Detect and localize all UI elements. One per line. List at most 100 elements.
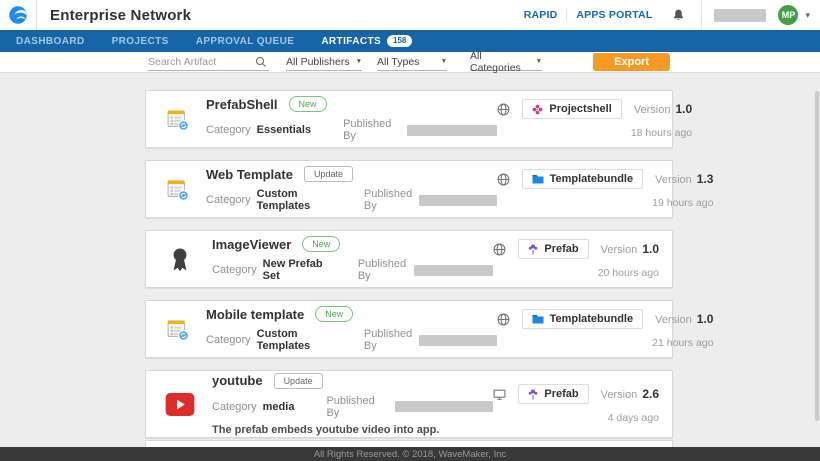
version-label: Version <box>601 244 638 256</box>
type-label: Templatebundle <box>550 173 634 185</box>
version-value: 1.3 <box>697 172 714 186</box>
search-input[interactable] <box>148 56 253 68</box>
publishers-dropdown-value: All Publishers <box>286 56 350 68</box>
artifact-card[interactable]: ImageViewer New Category New Prefab Set … <box>145 230 673 288</box>
artifact-right-row: Projectshell Version 1.0 <box>497 99 692 119</box>
artifact-title-row: ImageViewer New <box>212 236 493 252</box>
publisher-name-redacted <box>395 401 493 412</box>
artifact-right-row: Prefab Version 2.6 <box>493 384 659 404</box>
category-value: New Prefab Set <box>263 258 326 282</box>
artifact-main: youtube Update Category media Published … <box>212 373 493 436</box>
artifact-name: ImageViewer <box>212 237 291 252</box>
globe-icon <box>497 103 510 116</box>
category-value: Custom Templates <box>257 328 332 352</box>
artifact-right: Projectshell Version 1.0 18 hours ago <box>497 99 692 139</box>
version: Version 1.3 <box>655 172 713 186</box>
artifact-card[interactable]: Web Template Update Category Custom Temp… <box>145 160 673 218</box>
artifact-right: Templatebundle Version 1.3 19 hours ago <box>497 169 714 209</box>
category-label: Category <box>212 264 257 276</box>
status-badge: New <box>315 306 353 322</box>
header-actions: RAPID APPS PORTAL MP ▾ <box>524 0 820 30</box>
artifact-right: Templatebundle Version 1.0 21 hours ago <box>497 309 714 349</box>
published-by-label: Published By <box>326 395 389 419</box>
category-value: Custom Templates <box>257 188 332 212</box>
apps-portal-link[interactable]: APPS PORTAL <box>576 9 652 21</box>
artifact-meta-row: Category media Published By <box>212 395 493 419</box>
artifact-description: The prefab embeds youtube video into app… <box>212 424 493 436</box>
tab-approval-queue[interactable]: APPROVAL QUEUE <box>196 36 295 47</box>
category-label: Category <box>206 334 251 346</box>
artifact-right: Prefab Version 2.6 4 days ago <box>493 384 659 424</box>
prefab-icon <box>528 243 538 255</box>
version-value: 2.6 <box>642 387 659 401</box>
search-field <box>148 54 269 71</box>
artifact-main: Mobile template New Category Custom Temp… <box>206 306 497 352</box>
type-badge: Templatebundle <box>522 309 644 329</box>
rapid-link[interactable]: RAPID <box>524 9 558 21</box>
type-badge: Templatebundle <box>522 169 644 189</box>
publisher-name-redacted <box>419 195 496 206</box>
types-dropdown[interactable]: All Types ▼ <box>377 54 447 71</box>
artifact-count-badge: 158 <box>387 35 412 47</box>
version-value: 1.0 <box>675 102 692 116</box>
publishers-dropdown[interactable]: All Publishers ▼ <box>286 54 362 71</box>
published-time: 18 hours ago <box>631 127 692 139</box>
artifact-main: Web Template Update Category Custom Temp… <box>206 166 497 212</box>
template-bundle-icon <box>164 106 190 132</box>
category-value: Essentials <box>257 124 311 136</box>
scrollbar[interactable] <box>815 91 819 421</box>
version-label: Version <box>655 174 692 186</box>
dropdown-caret-icon: ▼ <box>441 58 447 65</box>
artifact-card[interactable]: Mobile template New Category Custom Temp… <box>145 300 673 358</box>
app-header: Enterprise Network RAPID APPS PORTAL MP … <box>0 0 820 30</box>
chevron-down-icon[interactable]: ▾ <box>805 10 810 21</box>
artifact-right-row: Prefab Version 1.0 <box>493 239 659 259</box>
artifact-main: ImageViewer New Category New Prefab Set … <box>212 236 493 282</box>
status-badge: New <box>289 96 327 112</box>
user-name-redacted <box>714 9 766 22</box>
publisher-name-redacted <box>419 335 496 346</box>
artifact-meta-row: Category Custom Templates Published By <box>206 328 497 352</box>
categories-dropdown[interactable]: All Categories ▼ <box>470 54 542 71</box>
artifact-meta-row: Category Essentials Published By <box>206 118 497 142</box>
tab-label: APPROVAL QUEUE <box>196 36 295 47</box>
tab-artifacts[interactable]: ARTIFACTS158 <box>321 35 412 47</box>
notifications-bell-icon[interactable] <box>672 8 685 22</box>
youtube-icon <box>164 393 196 416</box>
tab-label: PROJECTS <box>112 36 169 47</box>
published-time: 19 hours ago <box>652 197 713 209</box>
artifact-list: PrefabShell New Category Essentials Publ… <box>145 90 673 447</box>
globe-icon <box>493 243 506 256</box>
published-by-label: Published By <box>364 188 414 212</box>
types-dropdown-value: All Types <box>377 56 419 68</box>
templatebundle-icon <box>532 314 544 324</box>
version-value: 1.0 <box>642 242 659 256</box>
page-title: Enterprise Network <box>50 7 191 24</box>
search-icon[interactable] <box>253 56 269 68</box>
monitor-icon <box>493 388 506 401</box>
artifact-list-area: PrefabShell New Category Essentials Publ… <box>0 73 820 447</box>
published-time: 20 hours ago <box>598 267 659 279</box>
version: Version 2.6 <box>601 387 659 401</box>
published-by-label: Published By <box>358 258 409 282</box>
wavemaker-logo-icon[interactable] <box>0 5 36 25</box>
version-label: Version <box>601 389 638 401</box>
version-label: Version <box>634 104 671 116</box>
globe-icon <box>497 173 510 186</box>
export-button[interactable]: Export <box>593 53 670 71</box>
link-divider <box>566 9 567 21</box>
type-label: Templatebundle <box>550 313 634 325</box>
main-navbar: DASHBOARD PROJECTS APPROVAL QUEUE ARTIFACTS… <box>0 30 820 52</box>
published-time: 21 hours ago <box>652 337 713 349</box>
avatar[interactable]: MP <box>778 5 798 25</box>
tab-projects[interactable]: PROJECTS <box>112 36 169 47</box>
template-bundle-icon <box>164 316 190 342</box>
tab-dashboard[interactable]: DASHBOARD <box>16 36 85 47</box>
version-value: 1.0 <box>697 312 714 326</box>
footer: All Rights Reserved. © 2018, WaveMaker, … <box>0 447 820 461</box>
category-label: Category <box>206 194 251 206</box>
categories-dropdown-value: All Categories <box>470 50 532 74</box>
artifact-card[interactable]: PrefabShell New Category Essentials Publ… <box>145 90 673 148</box>
award-ribbon-icon <box>164 246 196 273</box>
artifact-card[interactable]: youtube Update Category media Published … <box>145 370 673 438</box>
